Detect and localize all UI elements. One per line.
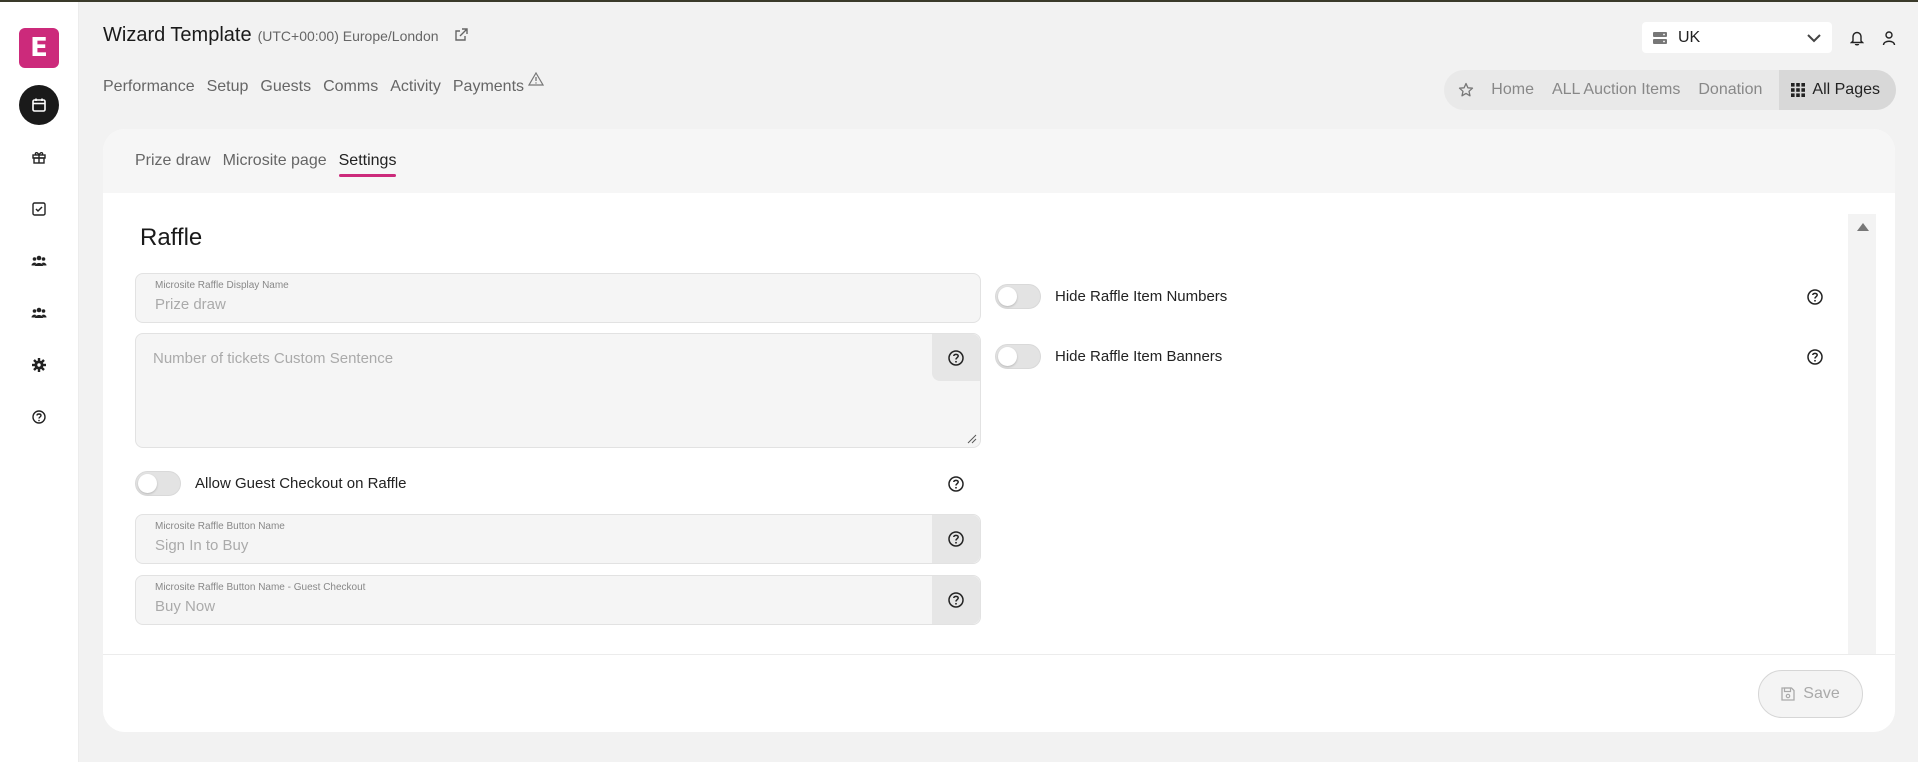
hide-numbers-toggle-row: Hide Raffle Item Numbers <box>995 284 1227 309</box>
sidebar-item-events[interactable] <box>19 85 59 125</box>
help-icon <box>32 410 46 424</box>
region-select[interactable]: UK <box>1642 22 1832 53</box>
chevron-down-icon <box>1807 33 1821 42</box>
users-icon <box>31 255 47 266</box>
grid-icon <box>1791 83 1806 97</box>
sidebar-item-tasks[interactable] <box>19 189 59 229</box>
page-title: Wizard Template <box>103 24 252 46</box>
sidebar-item-help[interactable] <box>19 397 59 437</box>
server-icon <box>1653 31 1667 44</box>
gift-icon <box>32 152 46 164</box>
sidebar-item-teams[interactable] <box>19 293 59 333</box>
raffle-display-name-field[interactable]: Microsite Raffle Display Name Prize draw <box>135 273 981 323</box>
scrollbar[interactable] <box>1848 214 1876 654</box>
nav-setup[interactable]: Setup <box>207 78 249 96</box>
hide-numbers-help-icon[interactable] <box>1806 288 1824 306</box>
help-icon <box>948 531 964 547</box>
region-value: UK <box>1678 28 1701 46</box>
scroll-up-icon[interactable] <box>1856 222 1870 232</box>
help-icon <box>948 592 964 608</box>
guest-checkout-toggle[interactable] <box>135 471 181 496</box>
hide-numbers-toggle[interactable] <box>995 284 1041 309</box>
field-label: Microsite Raffle Button Name <box>155 521 285 532</box>
top-right-controls: UK <box>1642 22 1896 53</box>
quick-nav: Home ALL Auction Items Donation All Page… <box>1444 70 1896 110</box>
group-icon <box>31 307 47 318</box>
field-value: Buy Now <box>155 598 216 615</box>
tab-settings[interactable]: Settings <box>338 152 396 177</box>
quick-nav-auction-items[interactable]: ALL Auction Items <box>1543 81 1689 99</box>
field-value: Sign In to Buy <box>155 537 249 554</box>
sidebar-item-settings[interactable] <box>19 345 59 385</box>
hide-banners-toggle[interactable] <box>995 344 1041 369</box>
checkbox-icon <box>32 202 46 216</box>
resize-handle-icon[interactable] <box>967 434 977 444</box>
all-pages-label: All Pages <box>1812 81 1880 98</box>
raffle-button-name-field[interactable]: Microsite Raffle Button Name Sign In to … <box>135 514 981 564</box>
quick-nav-donation[interactable]: Donation <box>1689 81 1771 99</box>
warning-icon <box>528 72 545 86</box>
calendar-icon <box>32 98 46 112</box>
field-label: Microsite Raffle Button Name - Guest Che… <box>155 582 366 593</box>
user-icon[interactable] <box>1882 30 1896 46</box>
app-logo[interactable]: E <box>19 28 59 68</box>
external-link-icon[interactable] <box>453 27 469 43</box>
sidebar-item-gifts[interactable] <box>19 137 59 177</box>
timezone-label: (UTC+00:00) Europe/London <box>257 28 439 44</box>
tab-microsite-page[interactable]: Microsite page <box>223 152 327 170</box>
tab-prize-draw[interactable]: Prize draw <box>135 152 211 170</box>
gear-icon <box>32 358 46 372</box>
card-tabs: Prize draw Microsite page Settings <box>103 129 1895 193</box>
main-nav: Performance Setup Guests Comms Activity … <box>103 72 545 96</box>
page-header: Wizard Template (UTC+00:00) Europe/Londo… <box>103 24 469 47</box>
sidebar: E <box>0 2 79 762</box>
section-title: Raffle <box>140 224 203 251</box>
quick-nav-home[interactable]: Home <box>1482 81 1543 99</box>
nav-payments[interactable]: Payments <box>452 72 545 96</box>
nav-activity[interactable]: Activity <box>390 78 441 96</box>
textarea-placeholder: Number of tickets Custom Sentence <box>153 350 394 367</box>
hide-banners-help-icon[interactable] <box>1806 348 1824 366</box>
tickets-sentence-help[interactable] <box>932 334 980 381</box>
raffle-button-name-guest-field[interactable]: Microsite Raffle Button Name - Guest Che… <box>135 575 981 625</box>
hide-numbers-label: Hide Raffle Item Numbers <box>1055 288 1228 305</box>
nav-performance[interactable]: Performance <box>103 78 195 96</box>
guest-checkout-help-icon[interactable] <box>947 475 965 493</box>
button-name-help[interactable] <box>932 515 980 563</box>
help-icon <box>948 349 964 366</box>
save-icon <box>1781 687 1795 701</box>
hide-banners-toggle-row: Hide Raffle Item Banners <box>995 344 1222 369</box>
card-footer: Save <box>103 654 1895 732</box>
all-pages-button[interactable]: All Pages <box>1779 70 1896 110</box>
settings-card: Prize draw Microsite page Settings Raffl… <box>103 129 1895 732</box>
nav-guests[interactable]: Guests <box>260 78 311 96</box>
hide-banners-label: Hide Raffle Item Banners <box>1055 348 1223 365</box>
button-name-guest-help[interactable] <box>932 576 980 624</box>
field-value: Prize draw <box>155 296 226 313</box>
sidebar-item-guests[interactable] <box>19 241 59 281</box>
nav-comms[interactable]: Comms <box>323 78 378 96</box>
guest-checkout-label: Allow Guest Checkout on Raffle <box>195 475 407 492</box>
tickets-sentence-textarea[interactable]: Number of tickets Custom Sentence <box>135 333 981 448</box>
field-label: Microsite Raffle Display Name <box>155 280 289 291</box>
save-label: Save <box>1803 685 1840 702</box>
save-button[interactable]: Save <box>1758 670 1863 718</box>
guest-checkout-toggle-row: Allow Guest Checkout on Raffle <box>135 471 407 496</box>
bell-icon[interactable] <box>1850 30 1864 46</box>
star-icon[interactable] <box>1458 82 1482 98</box>
nav-payments-label: Payments <box>452 78 525 95</box>
